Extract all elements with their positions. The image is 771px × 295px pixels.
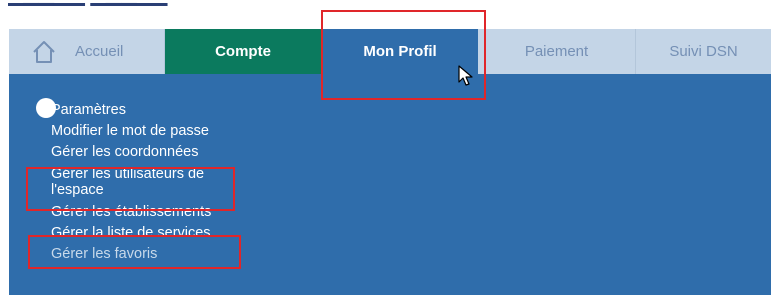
nav-tab-mon-profil-label: Mon Profil [363,43,437,60]
nav-tab-paiement[interactable]: Paiement [478,29,636,74]
menu-item-gerer-favoris[interactable]: Gérer les favoris [51,244,241,265]
menu-item-modifier-mot-de-passe[interactable]: Modifier le mot de passe [51,121,241,142]
nav-tab-compte[interactable]: Compte [165,29,322,74]
menu-item-parametres[interactable]: Paramètres [51,100,241,121]
nav-tab-mon-profil[interactable]: Mon Profil [322,29,478,74]
nav-tab-suivi-dsn-label: Suivi DSN [669,43,738,60]
mouse-cursor-icon [458,65,473,86]
nav-tab-accueil-label: Accueil [75,43,124,60]
menu-item-gerer-coordonnees[interactable]: Gérer les coordonnées [51,142,241,163]
menu-item-gerer-liste-services[interactable]: Gérer la liste de services [51,223,241,244]
menu-item-gerer-utilisateurs[interactable]: Gérer les utilisateurs de l'espace [51,166,241,198]
menu-item-gerer-etablissements[interactable]: Gérer les établissements [51,202,241,223]
home-icon [33,40,55,63]
main-navbar: Accueil Compte Mon Profil Paiement Suivi… [9,29,771,74]
page-header-partial: ▂▂▂▂▂ ▂▂▂▂▂ [0,0,771,14]
mon-profil-dropdown-menu: Paramètres Modifier le mot de passe Gére… [9,74,771,295]
nav-tab-paiement-label: Paiement [524,43,589,60]
page-title-cropped: ▂▂▂▂▂ ▂▂▂▂▂ [8,0,238,6]
nav-tab-accueil[interactable]: Accueil [9,29,165,74]
nav-tab-suivi-dsn[interactable]: Suivi DSN [636,29,771,74]
menu-list: Paramètres Modifier le mot de passe Gére… [51,100,241,265]
nav-tab-compte-label: Compte [215,43,271,60]
